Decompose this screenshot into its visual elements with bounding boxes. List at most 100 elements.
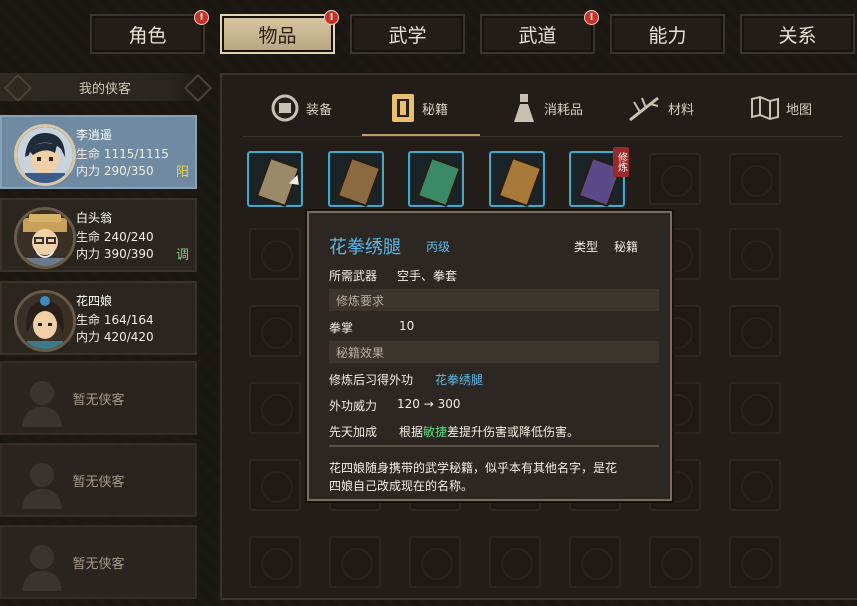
effect-header: 秘籍效果: [336, 346, 385, 360]
item-tab-label: 装备: [306, 102, 333, 118]
item-tab-consumables[interactable]: 消耗品: [510, 88, 583, 128]
slot-ring: [741, 165, 773, 197]
slot-ring: [261, 471, 293, 503]
empty-item-slot[interactable]: [729, 536, 781, 588]
tab-character[interactable]: 角色 !: [90, 10, 209, 54]
empty-item-slot[interactable]: [409, 536, 461, 588]
empty-item-slot[interactable]: [729, 153, 781, 205]
hero-name: 花四娘: [76, 294, 113, 308]
item-tab-materials[interactable]: 材料: [628, 88, 694, 128]
hero-name: 李逍遥: [76, 128, 113, 142]
weapon-label: 所需武器: [329, 269, 378, 283]
empty-item-slot[interactable]: [649, 536, 701, 588]
slot-ring: [581, 548, 613, 580]
divider: [329, 445, 659, 447]
type-label: 类型: [574, 240, 599, 254]
tooltip-grade: 丙级: [426, 240, 451, 254]
notification-badge: !: [584, 10, 599, 25]
slot-ring: [741, 394, 773, 426]
silhouette-icon: [22, 381, 62, 427]
book-icon: [392, 94, 414, 122]
hero-tag: 调: [175, 248, 189, 263]
empty-hero-slot[interactable]: 暂无侠客: [0, 361, 197, 435]
empty-item-slot[interactable]: [729, 228, 781, 280]
tab-label: 物品: [258, 24, 297, 47]
empty-item-slot[interactable]: [489, 536, 541, 588]
innate-key: 敏捷: [423, 425, 448, 439]
tab-martial-arts[interactable]: 武学: [350, 14, 465, 54]
hero-card-hua-siniang[interactable]: 花四娘 生命 164/164 内力 420/420: [0, 281, 197, 355]
power-value: 120 → 300: [397, 397, 461, 411]
tab-relations[interactable]: 关系: [740, 14, 855, 54]
weapon-value: 空手、拳套: [397, 269, 458, 283]
brown-book-icon: [336, 156, 382, 208]
empty-item-slot[interactable]: [729, 305, 781, 357]
hero-card-li-xiaoyao[interactable]: 李逍遥 生命 1115/1115 内力 290/350 阳: [0, 115, 197, 189]
empty-item-slot[interactable]: [729, 459, 781, 511]
empty-item-slot[interactable]: [249, 459, 301, 511]
tooltip-title: 花拳绣腿: [329, 237, 401, 258]
tan-book-icon: [497, 156, 543, 208]
learn-value: 花拳绣腿: [435, 373, 484, 387]
tab-label: 武道: [518, 24, 557, 47]
avatar: [14, 124, 76, 186]
slot-ring: [661, 165, 693, 197]
empty-item-slot[interactable]: [249, 228, 301, 280]
section-header: 修炼要求: [329, 289, 659, 311]
tab-items[interactable]: 物品 !: [220, 10, 339, 54]
hero-hp: 生命 240/240: [76, 230, 154, 244]
hero-hp: 生命 164/164: [76, 313, 154, 327]
item-tab-equipment[interactable]: 装备: [270, 88, 332, 128]
item-tab-maps[interactable]: 地图: [750, 88, 812, 128]
avatar: [14, 207, 76, 269]
innate-label: 先天加成: [329, 425, 378, 439]
tab-label: 关系: [778, 24, 817, 47]
item-slot[interactable]: 修炼: [569, 147, 629, 208]
empty-label: 暂无侠客: [72, 474, 125, 490]
item-slot[interactable]: [328, 151, 384, 208]
empty-item-slot[interactable]: [249, 382, 301, 434]
item-slot[interactable]: [408, 151, 464, 208]
empty-item-slot[interactable]: [649, 153, 701, 205]
hero-tag: 阳: [175, 165, 189, 180]
hero-name: 白头翁: [76, 211, 113, 225]
slot-ring: [741, 240, 773, 272]
potion-icon: [514, 94, 534, 122]
tab-label: 武学: [388, 24, 427, 47]
item-tab-manuals[interactable]: 秘籍: [390, 88, 448, 128]
hero-mp: 内力 390/390: [76, 247, 154, 261]
divider: [242, 136, 842, 137]
empty-item-slot[interactable]: [249, 305, 301, 357]
description-line: 花四娘随身携带的武学秘籍，似乎本有其他名字，是花: [329, 461, 618, 475]
empty-item-slot[interactable]: [729, 382, 781, 434]
silhouette-icon: [22, 463, 62, 509]
slot-ring: [741, 317, 773, 349]
notification-badge: !: [324, 10, 339, 25]
slot-ring: [741, 548, 773, 580]
slot-ring: [661, 548, 693, 580]
empty-hero-slot[interactable]: 暂无侠客: [0, 525, 197, 599]
tab-abilities[interactable]: 能力: [610, 14, 725, 54]
type-value: 秘籍: [614, 240, 639, 254]
item-slot[interactable]: [489, 151, 545, 208]
slot-ring: [261, 548, 293, 580]
empty-item-slot[interactable]: [249, 536, 301, 588]
section-header: 秘籍效果: [329, 341, 659, 363]
empty-hero-slot[interactable]: 暂无侠客: [0, 443, 197, 517]
herb-icon: [629, 96, 659, 122]
item-tab-label: 地图: [786, 102, 813, 118]
slot-ring: [261, 394, 293, 426]
empty-item-slot[interactable]: [329, 536, 381, 588]
req-label: 拳掌: [329, 321, 354, 335]
innate-text: 根据敏捷差提升伤害或降低伤害。: [399, 423, 579, 440]
item-tab-label: 消耗品: [544, 102, 584, 118]
innate-prefix: 根据: [399, 425, 424, 439]
tab-label: 能力: [648, 24, 687, 47]
tab-martial-way[interactable]: 武道 !: [480, 10, 599, 54]
empty-item-slot[interactable]: [569, 536, 621, 588]
tab-label: 角色: [128, 24, 167, 47]
hero-mp: 内力 290/350: [76, 164, 154, 178]
slot-ring: [341, 548, 373, 580]
hero-card-bai-touweng[interactable]: 白头翁 生命 240/240 内力 390/390 调: [0, 198, 197, 272]
slot-ring: [501, 548, 533, 580]
